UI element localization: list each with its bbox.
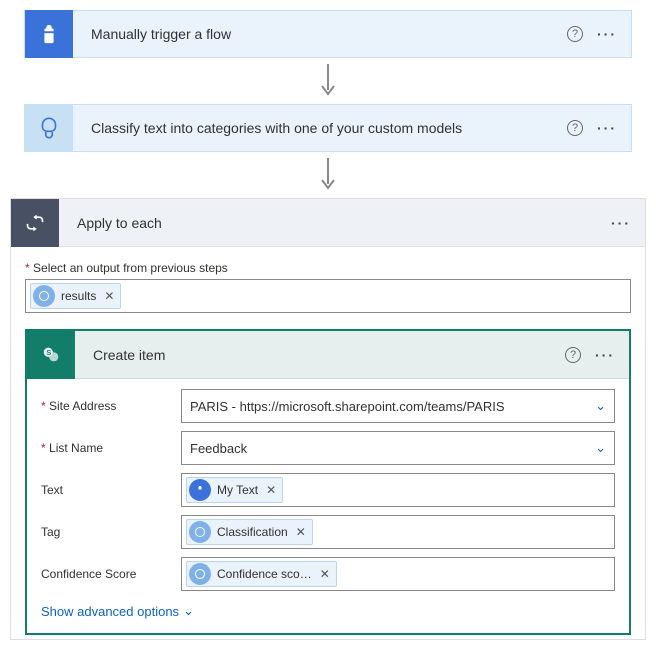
chevron-down-icon: ⌄ <box>595 440 606 456</box>
select-value: Feedback <box>190 441 247 456</box>
token-my-text[interactable]: My Text ✕ <box>186 477 283 503</box>
more-icon[interactable]: ··· <box>597 26 617 42</box>
card-trigger[interactable]: Manually trigger a flow ? ··· <box>24 10 632 58</box>
connector-arrow <box>10 64 646 98</box>
svg-text:S: S <box>46 348 51 357</box>
label-list-name: * List Name <box>41 441 181 455</box>
card-title: Create item <box>75 347 565 363</box>
help-icon[interactable]: ? <box>567 26 583 42</box>
create-item-header[interactable]: S Create item ? ··· <box>27 331 629 379</box>
card-create-item: S Create item ? ··· * Site Address PARIS… <box>25 329 631 635</box>
remove-token-icon[interactable]: ✕ <box>320 567 330 581</box>
site-address-select[interactable]: PARIS - https://microsoft.sharepoint.com… <box>181 389 615 423</box>
token-label: My Text <box>217 483 258 497</box>
token-label: Classification <box>217 525 288 539</box>
output-input[interactable]: results ✕ <box>25 279 631 313</box>
ai-token-icon <box>33 285 55 307</box>
label-tag: Tag <box>41 525 181 539</box>
list-name-select[interactable]: Feedback ⌄ <box>181 431 615 465</box>
token-label: results <box>61 289 96 303</box>
card-title: Classify text into categories with one o… <box>73 120 567 136</box>
trigger-token-icon <box>189 479 211 501</box>
token-results[interactable]: results ✕ <box>30 283 121 309</box>
token-label: Confidence sco… <box>217 567 312 581</box>
remove-token-icon[interactable]: ✕ <box>104 289 114 303</box>
tag-input[interactable]: Classification ✕ <box>181 515 615 549</box>
loop-icon <box>11 199 59 247</box>
select-value: PARIS - https://microsoft.sharepoint.com… <box>190 399 505 414</box>
remove-token-icon[interactable]: ✕ <box>266 483 276 497</box>
token-classification[interactable]: Classification ✕ <box>186 519 313 545</box>
text-input[interactable]: My Text ✕ <box>181 473 615 507</box>
chevron-down-icon: ⌄ <box>595 398 606 414</box>
more-icon[interactable]: ··· <box>595 347 615 363</box>
help-icon[interactable]: ? <box>567 120 583 136</box>
label-site-address: * Site Address <box>41 399 181 413</box>
connector-arrow <box>10 158 646 192</box>
ai-token-icon <box>189 521 211 543</box>
ai-token-icon <box>189 563 211 585</box>
show-advanced-options[interactable]: Show advanced options ⌄ <box>41 603 194 619</box>
more-icon[interactable]: ··· <box>597 120 617 136</box>
sharepoint-icon: S <box>27 331 75 379</box>
label-text: Text <box>41 483 181 497</box>
card-title: Apply to each <box>59 215 611 231</box>
confidence-input[interactable]: Confidence sco… ✕ <box>181 557 615 591</box>
remove-token-icon[interactable]: ✕ <box>296 525 306 539</box>
label-confidence: Confidence Score <box>41 567 181 581</box>
chevron-down-icon: ⌄ <box>183 603 194 619</box>
card-apply-to-each: Apply to each ··· * Select an output fro… <box>10 198 646 640</box>
apply-to-each-header[interactable]: Apply to each ··· <box>11 199 645 247</box>
card-classify[interactable]: Classify text into categories with one o… <box>24 104 632 152</box>
ai-icon <box>25 104 73 152</box>
card-title: Manually trigger a flow <box>73 26 567 42</box>
output-label: * Select an output from previous steps <box>25 261 631 275</box>
trigger-icon <box>25 10 73 58</box>
token-confidence[interactable]: Confidence sco… ✕ <box>186 561 337 587</box>
more-icon[interactable]: ··· <box>611 215 631 231</box>
help-icon[interactable]: ? <box>565 347 581 363</box>
